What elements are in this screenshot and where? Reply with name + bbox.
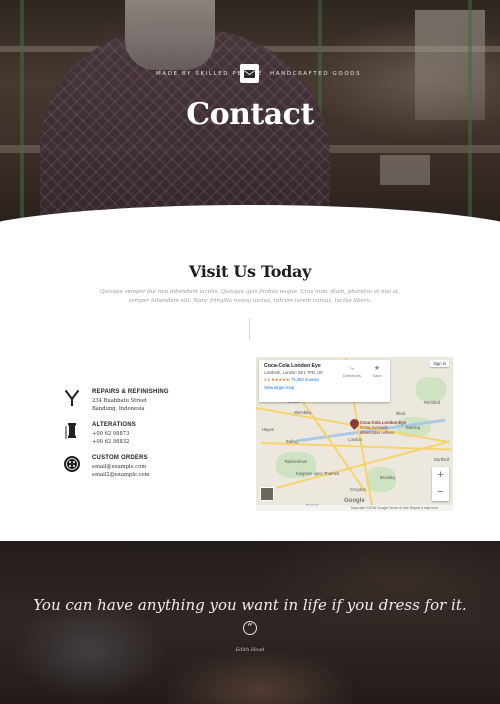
directions-button[interactable]: ⤷ Directions: [339, 365, 365, 378]
button-icon: [64, 456, 80, 472]
info-line: 234 Buahbatu Street: [92, 398, 147, 404]
map-reviews-link[interactable]: 74,283 reviews: [291, 377, 319, 382]
map-satellite-thumbnail[interactable]: [260, 487, 274, 501]
map-pin-sublabel: Iconic riverside observation wheel: [360, 425, 394, 435]
map-label: Kingston upon Thames: [296, 471, 339, 476]
map-label: Twickenham: [284, 459, 308, 464]
envelope-icon: [244, 69, 255, 78]
map-park: [416, 377, 446, 402]
zoom-out-button[interactable]: −: [432, 484, 449, 501]
hero-banner: MADE BY SKILLED PEOPLE HANDCRAFTED GOODS…: [0, 0, 500, 238]
email-link[interactable]: email@example.com: [92, 464, 146, 470]
directions-icon: ⤷: [350, 365, 354, 372]
quote-section: You can have anything you want in life i…: [0, 541, 500, 704]
map-label: Ilford: [396, 411, 406, 416]
info-heading: ALTERATIONS: [92, 422, 136, 428]
larger-map-link[interactable]: View larger map: [264, 385, 385, 390]
tagline-right: HANDCRAFTED GOODS: [270, 71, 362, 77]
mail-button[interactable]: [240, 64, 259, 83]
quote-author: Edith Head: [235, 647, 265, 653]
map-label: Dartford: [434, 457, 450, 462]
email-link[interactable]: email2@example.com: [92, 472, 150, 478]
info-custom-orders: CUSTOM ORDERS email@example.com email2@e…: [63, 455, 223, 495]
info-heading: REPAIRS & REFINISHING: [92, 389, 169, 395]
map-label: Barking: [406, 425, 421, 430]
map-label: Hayes: [262, 427, 274, 432]
map-embed[interactable]: Harrow Wembley Ealing Hayes London Twick…: [256, 357, 453, 511]
map-zoom-control: + −: [432, 467, 449, 501]
map-footer: Map data ©2016 Google Terms of Use Repor…: [256, 505, 453, 511]
vertical-divider: [249, 318, 250, 340]
sewing-spool-icon: [65, 423, 76, 439]
map-sign-in-button[interactable]: Sign in: [430, 360, 449, 367]
info-line: +00 62 98873: [92, 431, 130, 437]
google-logo: Google: [344, 498, 365, 504]
map-label: Bromley: [380, 475, 396, 480]
map-label: Ealing: [286, 439, 298, 444]
zoom-in-button[interactable]: +: [432, 467, 449, 484]
info-heading: CUSTOM ORDERS: [92, 455, 148, 461]
map-label: Wembley: [294, 410, 312, 415]
map-place-card: Coca-Cola London Eye Lambeth, London SE1…: [259, 360, 390, 402]
directions-label: Directions: [343, 373, 361, 378]
info-line: +00 62 98832: [92, 439, 130, 445]
map-label: Croydon: [350, 487, 366, 492]
section-title: Visit Us Today: [188, 262, 312, 281]
tailor-needle-icon: [65, 390, 79, 406]
star-icon: ★: [373, 365, 381, 372]
map-label: Romford: [424, 400, 441, 405]
map-rating-stars: 4.5 ★★★★★: [264, 377, 290, 382]
save-button[interactable]: ★ Save: [364, 365, 390, 378]
info-line: Bandung, Indonesia: [92, 406, 145, 412]
section-description: Quisque semper dui non bibendum iaculis.…: [100, 289, 400, 304]
map-label: London: [348, 437, 362, 442]
save-label: Save: [372, 373, 382, 378]
quote-icon: “: [243, 621, 257, 635]
page-title: Contact: [186, 97, 314, 132]
quote-text: You can have anything you want in life i…: [33, 596, 467, 614]
